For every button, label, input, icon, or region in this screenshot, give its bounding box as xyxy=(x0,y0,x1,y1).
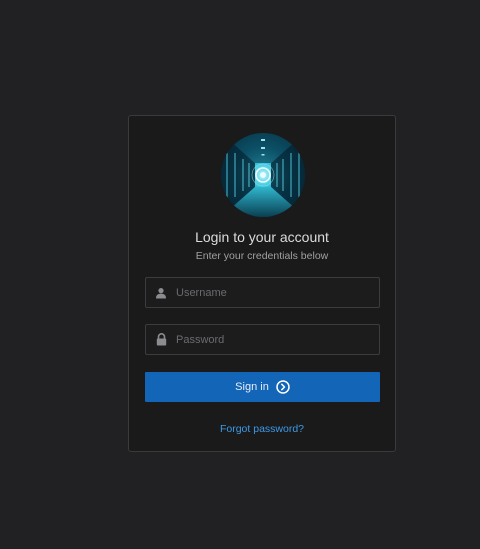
username-field[interactable] xyxy=(145,277,380,308)
signin-label: Sign in xyxy=(235,381,269,393)
server-room-illustration xyxy=(221,133,305,217)
forgot-password-link[interactable]: Forgot password? xyxy=(129,422,395,436)
lock-icon xyxy=(146,333,176,346)
server-room-image xyxy=(221,133,305,217)
login-title: Login to your account xyxy=(195,229,329,245)
password-input[interactable] xyxy=(176,333,379,346)
username-input[interactable] xyxy=(176,286,379,299)
user-icon xyxy=(146,287,176,299)
arrow-circle-right-icon xyxy=(276,380,290,394)
login-subtitle: Enter your credentials below xyxy=(195,250,329,262)
password-field[interactable] xyxy=(145,324,380,355)
signin-button[interactable]: Sign in xyxy=(145,372,380,402)
login-card: Login to your account Enter your credent… xyxy=(128,115,396,452)
